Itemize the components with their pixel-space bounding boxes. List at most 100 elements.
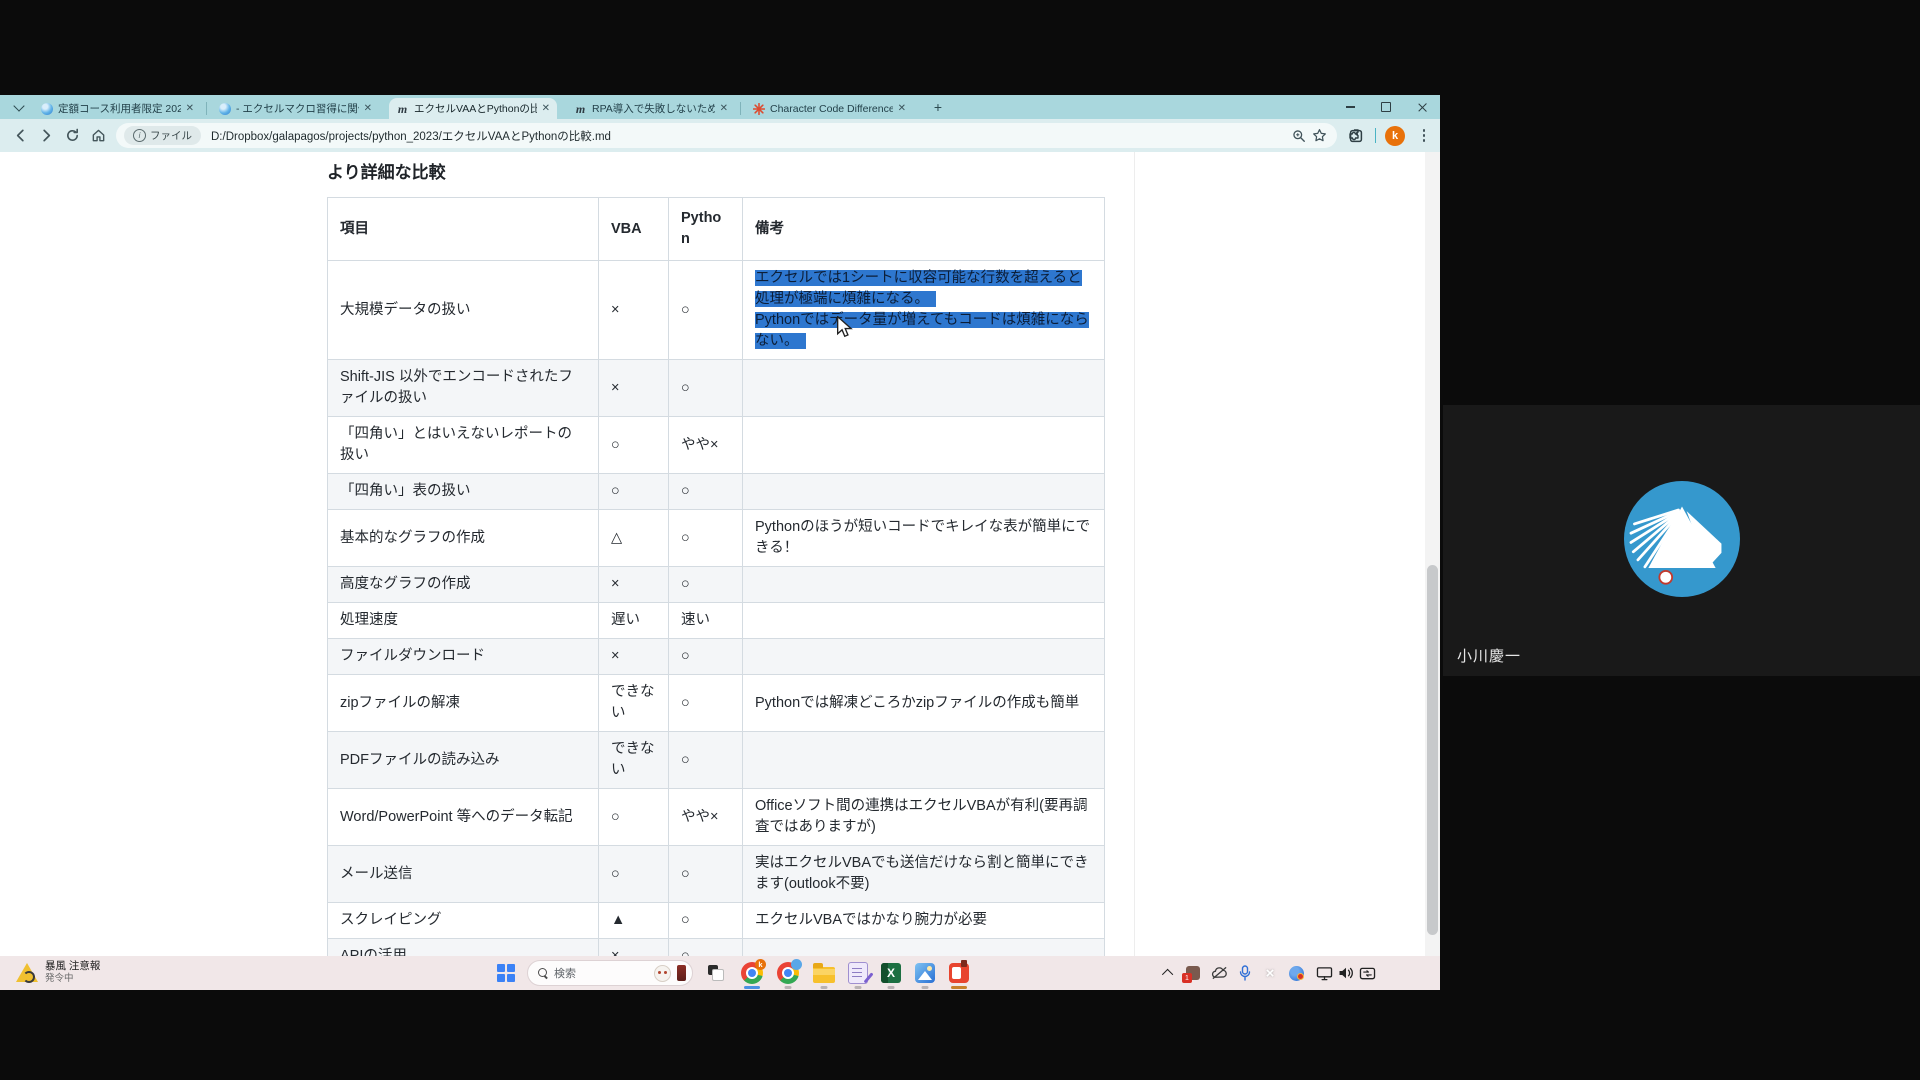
- chrome-profile2-button[interactable]: [775, 961, 801, 985]
- vba-cell: ▲: [599, 903, 669, 939]
- remark-cell: [743, 360, 1105, 417]
- display-tray-icon: [1316, 966, 1333, 981]
- item-cell: ファイルダウンロード: [328, 639, 599, 675]
- x-tray-icon: ×: [1266, 966, 1275, 981]
- python-cell: ○: [669, 732, 743, 789]
- python-cell: ○: [669, 567, 743, 603]
- running-app-indicator: [785, 986, 792, 989]
- python-cell: 速い: [669, 603, 743, 639]
- vba-cell: 遅い: [599, 603, 669, 639]
- x-app-tray[interactable]: ×: [1259, 963, 1281, 983]
- running-app-indicator: [951, 986, 967, 989]
- bookmark-button[interactable]: [1309, 126, 1329, 146]
- tab-close-icon[interactable]: ✕: [542, 104, 550, 114]
- meeting-stage: 定額コース利用者限定 2025年02✕- エクセルマクロ習得に関係する4つ✕mエ…: [0, 0, 1920, 1080]
- table-row: PDFファイルの読み込みできない○: [328, 732, 1105, 789]
- table-row: 大規模データの扱い×○エクセルでは1シートに収容可能な行数を超えると処理が極端に…: [328, 261, 1105, 360]
- search-icon: [538, 968, 548, 978]
- browser-menu-button[interactable]: [1414, 126, 1434, 146]
- windows-taskbar: 暴風 注意報 発令中 検索 k: [0, 956, 1440, 990]
- doll-decoration-icon: [677, 965, 686, 981]
- url-text[interactable]: D:/Dropbox/galapagos/projects/python_202…: [211, 128, 1289, 144]
- browser-tab-4[interactable]: mRPA導入で失敗しないために知って✕: [567, 98, 735, 119]
- vba-cell: できない: [599, 675, 669, 732]
- forward-button[interactable]: [38, 127, 55, 144]
- notification-app-tray[interactable]: [1182, 963, 1204, 983]
- blue-sphere-icon: [219, 103, 231, 115]
- tab-search-button[interactable]: [10, 99, 27, 116]
- vba-cell: ×: [599, 261, 669, 360]
- back-button[interactable]: [12, 127, 29, 144]
- item-cell: PDFファイルの読み込み: [328, 732, 599, 789]
- volume-tray[interactable]: [1335, 963, 1357, 983]
- notepad-button[interactable]: [845, 961, 871, 985]
- weather-widget[interactable]: 暴風 注意報 発令中: [16, 960, 100, 985]
- python-cell: ○: [669, 261, 743, 360]
- ime-tray[interactable]: [1356, 963, 1378, 983]
- scrollbar-track[interactable]: [1425, 152, 1440, 956]
- zoom-indicator-button[interactable]: [1289, 126, 1309, 146]
- extensions-button[interactable]: [1346, 126, 1366, 146]
- remark-cell: エクセルでは1シートに収容可能な行数を超えると処理が極端に煩雑になる。 Pyth…: [743, 261, 1105, 360]
- python-cell: ○: [669, 360, 743, 417]
- address-bar[interactable]: i ファイル D:/Dropbox/galapagos/projects/pyt…: [116, 123, 1337, 148]
- file-explorer-button[interactable]: [811, 961, 837, 985]
- close-button[interactable]: [1404, 95, 1440, 119]
- profile-avatar[interactable]: k: [1385, 126, 1405, 146]
- remark-cell: [743, 639, 1105, 675]
- participant-video-tile: 小川慶一: [1443, 405, 1920, 676]
- tab-close-icon[interactable]: ✕: [364, 104, 372, 114]
- media-app-icon: [949, 963, 969, 983]
- photos-button[interactable]: [912, 961, 938, 985]
- remark-cell: エクセルVBAではかなり腕力が必要: [743, 903, 1105, 939]
- excel-button[interactable]: X: [878, 961, 904, 985]
- new-tab-button[interactable]: +: [928, 97, 948, 117]
- python-cell: ○: [669, 639, 743, 675]
- tab-close-icon[interactable]: ✕: [720, 104, 728, 114]
- browser-window: 定額コース利用者限定 2025年02✕- エクセルマクロ習得に関係する4つ✕mエ…: [0, 95, 1440, 956]
- table-row: 高度なグラフの作成×○: [328, 567, 1105, 603]
- company-logo-avatar: [1624, 481, 1740, 597]
- task-view-button[interactable]: [703, 961, 729, 985]
- chrome-profile1-button[interactable]: k: [739, 961, 765, 985]
- maximize-button[interactable]: [1368, 95, 1404, 119]
- item-cell: メール送信: [328, 846, 599, 903]
- start-button[interactable]: [493, 961, 519, 985]
- scrollbar-thumb[interactable]: [1427, 565, 1438, 935]
- minimize-button[interactable]: [1332, 95, 1368, 119]
- tab-title: RPA導入で失敗しないために知って: [592, 101, 715, 116]
- search-placeholder: 検索: [554, 965, 648, 981]
- markdown-icon: m: [398, 103, 407, 115]
- pyramid-logo-icon: [1624, 481, 1740, 597]
- table-row: 処理速度遅い速い: [328, 603, 1105, 639]
- tab-title: Character Code Differences Bet: [770, 103, 893, 115]
- speaker-tray-icon: [1338, 966, 1354, 980]
- column-header: Python: [669, 198, 743, 261]
- tab-close-icon[interactable]: ✕: [186, 104, 194, 114]
- home-button[interactable]: [90, 127, 107, 144]
- media-app-button[interactable]: [946, 961, 972, 985]
- display-tray[interactable]: [1313, 963, 1335, 983]
- browser-tab-5[interactable]: Character Code Differences Bet ✕: [745, 98, 913, 119]
- tray-expand-button[interactable]: [1158, 963, 1180, 983]
- remark-cell: [743, 732, 1105, 789]
- vba-cell: ○: [599, 846, 669, 903]
- home-icon: [91, 128, 106, 143]
- table-row: 「四角い」とはいえないレポートの扱い○やや×: [328, 417, 1105, 474]
- globe-app-tray[interactable]: [1285, 963, 1307, 983]
- tab-close-icon[interactable]: ✕: [898, 104, 906, 114]
- browser-tab-2[interactable]: - エクセルマクロ習得に関係する4つ✕: [211, 98, 379, 119]
- browser-tab-1[interactable]: 定額コース利用者限定 2025年02✕: [33, 98, 201, 119]
- globe-tray-icon: [1289, 966, 1304, 981]
- taskbar-search[interactable]: 検索: [527, 960, 693, 986]
- bookmark-star-icon: [1312, 128, 1327, 143]
- item-cell: 「四角い」表の扱い: [328, 474, 599, 510]
- file-scheme-chip[interactable]: i ファイル: [124, 126, 201, 145]
- notification-badge-icon: [1186, 966, 1200, 980]
- item-cell: 高度なグラフの作成: [328, 567, 599, 603]
- reload-button[interactable]: [64, 127, 81, 144]
- microphone-tray[interactable]: [1234, 963, 1256, 983]
- onedrive-tray[interactable]: [1208, 963, 1230, 983]
- browser-tab-3-active[interactable]: mエクセルVAAとPythonの比較.md✕: [389, 98, 557, 119]
- python-cell: やや×: [669, 417, 743, 474]
